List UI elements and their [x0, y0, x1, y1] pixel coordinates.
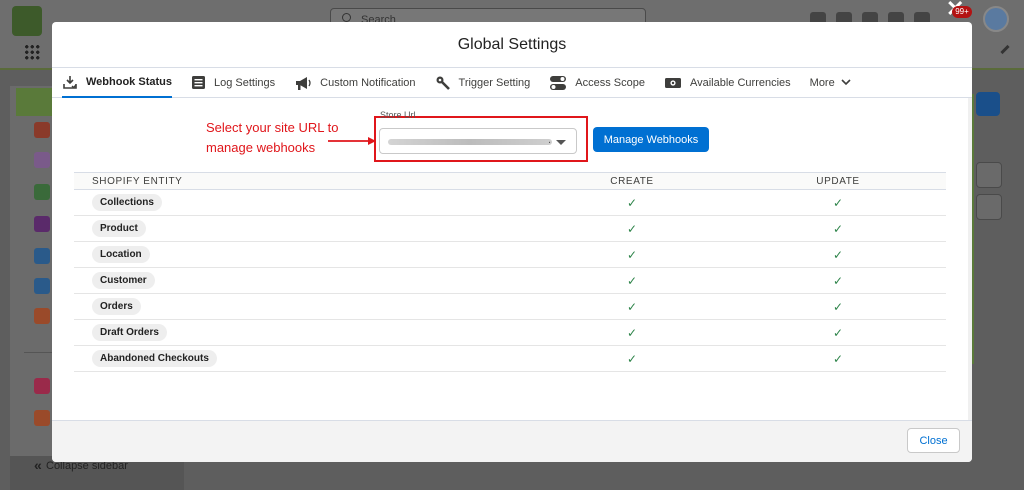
- modal-scrollbar[interactable]: [968, 98, 972, 420]
- modal-body: Select your site URL to manage webhooks …: [52, 98, 972, 420]
- check-icon: ✓: [626, 299, 638, 314]
- sidebar-item-icon: [34, 248, 50, 264]
- webhook-status-table: SHOPIFY ENTITY CREATE UPDATE Collections…: [74, 172, 946, 372]
- tab-trigger-setting[interactable]: Trigger Setting: [435, 68, 531, 98]
- annotation-arrow-icon: [328, 137, 376, 145]
- currency-icon: [664, 76, 682, 90]
- sidebar-item-icon: [34, 152, 50, 168]
- entity-name: Collections: [92, 194, 162, 211]
- check-icon: ✓: [626, 195, 638, 210]
- modal-title: Global Settings: [457, 35, 567, 53]
- tab-label: Custom Notification: [320, 76, 416, 89]
- tab-available-currencies[interactable]: Available Currencies: [664, 68, 791, 98]
- table-header-row: SHOPIFY ENTITY CREATE UPDATE: [74, 172, 946, 190]
- sidebar-item-icon: [34, 184, 50, 200]
- check-icon: ✓: [832, 221, 844, 236]
- notification-badge: 99+: [952, 6, 972, 18]
- gear-icon: [976, 92, 1000, 116]
- tab-label: Access Scope: [575, 76, 645, 89]
- app-logo: [12, 6, 42, 36]
- sidebar-item-icon: [34, 278, 50, 294]
- entity-name: Orders: [92, 298, 141, 315]
- tab-label: Webhook Status: [86, 75, 172, 88]
- global-settings-modal: Global Settings Webhook Status Log Setti…: [52, 22, 972, 462]
- check-icon: ✓: [626, 351, 638, 366]
- store-url-label: Store Url: [380, 110, 416, 120]
- check-icon: ✓: [626, 247, 638, 262]
- entity-name: Draft Orders: [92, 324, 167, 341]
- modal-header: Global Settings: [52, 22, 972, 68]
- check-icon: ✓: [832, 273, 844, 288]
- sidebar-item-icon: [34, 378, 50, 394]
- store-url-value: .: [548, 134, 552, 146]
- double-chevron-left-icon: «: [34, 457, 42, 473]
- check-icon: ✓: [626, 273, 638, 288]
- sidebar-item-icon: [34, 122, 50, 138]
- entity-name: Location: [92, 246, 150, 263]
- store-url-select[interactable]: .: [379, 128, 577, 154]
- close-button[interactable]: Close: [907, 428, 960, 453]
- table-row: Product ✓ ✓: [74, 215, 946, 242]
- annotation-callout: Select your site URL to manage webhooks: [206, 120, 339, 155]
- tab-webhook-status[interactable]: Webhook Status: [62, 68, 172, 98]
- more-tabs-dropdown[interactable]: More: [810, 77, 851, 89]
- table-row: Abandoned Checkouts ✓ ✓: [74, 345, 946, 372]
- app-launcher-icon: [24, 44, 40, 60]
- table-row: Orders ✓ ✓: [74, 293, 946, 320]
- tab-access-scope[interactable]: Access Scope: [549, 68, 645, 98]
- entity-name: Customer: [92, 272, 155, 289]
- tab-label: Log Settings: [213, 76, 276, 89]
- column-header-update: UPDATE: [730, 172, 946, 190]
- list-icon: [191, 75, 206, 90]
- check-icon: ✓: [832, 351, 844, 366]
- caret-down-icon: [556, 140, 566, 145]
- sidebar-item-icon: [34, 216, 50, 232]
- more-label: More: [809, 76, 835, 89]
- tab-label: Available Currencies: [689, 76, 791, 89]
- redacted-url: [388, 139, 552, 145]
- column-header-create: CREATE: [534, 172, 730, 190]
- trash-icon: [976, 194, 1002, 220]
- sidebar-item-icon: [34, 308, 50, 324]
- check-icon: ✓: [832, 247, 844, 262]
- wrench-icon: [435, 75, 451, 91]
- check-icon: ✓: [626, 221, 638, 236]
- entity-name: Product: [92, 220, 146, 237]
- tab-log-settings[interactable]: Log Settings: [191, 68, 275, 98]
- check-icon: ✓: [626, 325, 638, 340]
- table-row: Location ✓ ✓: [74, 241, 946, 268]
- download-check-icon: [62, 74, 78, 90]
- table-row: Draft Orders ✓ ✓: [74, 319, 946, 346]
- check-icon: ✓: [832, 299, 844, 314]
- sidebar-item-icon: [34, 410, 50, 426]
- chevron-down-icon: [841, 77, 851, 89]
- toggle-icon: [549, 75, 567, 91]
- settings-tabs: Webhook Status Log Settings Custom Notif…: [52, 68, 972, 98]
- tab-custom-notification[interactable]: Custom Notification: [294, 68, 416, 98]
- trash-icon: [976, 162, 1002, 188]
- modal-footer: Close: [52, 420, 972, 462]
- tab-label: Trigger Setting: [458, 76, 531, 89]
- megaphone-icon: [294, 75, 312, 91]
- table-row: Customer ✓ ✓: [74, 267, 946, 294]
- search-icon: [342, 13, 351, 22]
- column-header-entity: SHOPIFY ENTITY: [74, 172, 534, 190]
- manage-webhooks-button[interactable]: Manage Webhooks: [593, 127, 709, 152]
- table-row: Collections ✓ ✓: [74, 189, 946, 216]
- entity-name: Abandoned Checkouts: [92, 350, 217, 367]
- check-icon: ✓: [832, 195, 844, 210]
- check-icon: ✓: [832, 325, 844, 340]
- avatar: [983, 6, 1009, 32]
